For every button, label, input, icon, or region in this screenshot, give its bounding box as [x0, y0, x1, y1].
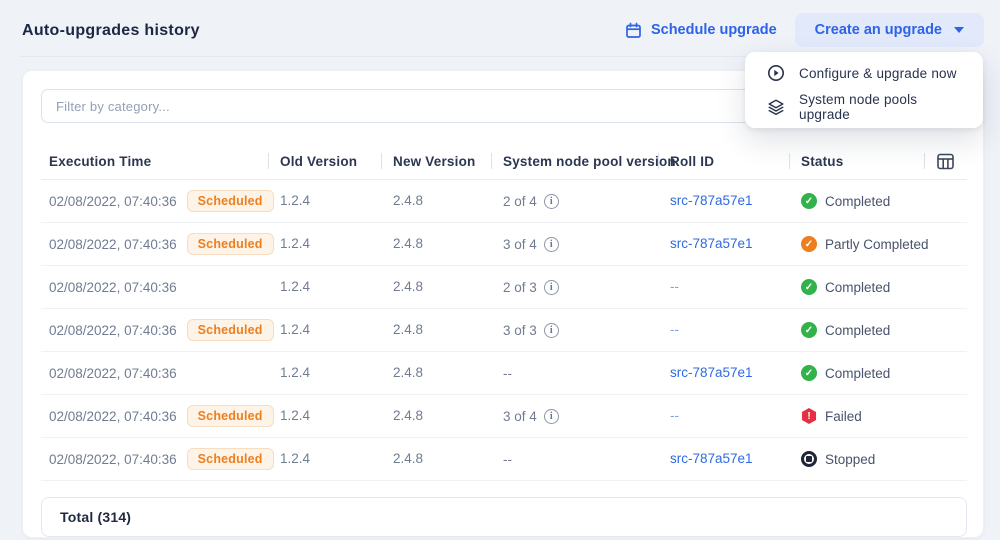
new-version: 2.4.8 [393, 451, 423, 466]
info-icon[interactable]: i [544, 323, 559, 338]
create-upgrade-menu: Configure & upgrade now System node pool… [745, 52, 983, 128]
system-node-pool-version: 3 of 4 [503, 409, 537, 424]
upgrades-table: Execution Time Old Version New Version S… [41, 143, 967, 481]
column-settings-button[interactable] [924, 152, 967, 171]
old-version: 1.2.4 [280, 193, 310, 208]
status-completed-icon: ✓ [801, 193, 817, 209]
scheduled-badge: Scheduled [187, 190, 274, 212]
status-label: Completed [825, 280, 890, 295]
play-circle-icon [767, 64, 785, 82]
execution-time: 02/08/2022, 07:40:36 [49, 194, 177, 209]
old-version: 1.2.4 [280, 408, 310, 423]
menu-item-configure-upgrade-now[interactable]: Configure & upgrade now [745, 56, 983, 90]
table-row: 02/08/2022, 07:40:36 Scheduled 1.2.4 2.4… [41, 438, 967, 481]
table-row: 02/08/2022, 07:40:36 Scheduled 1.2.4 2.4… [41, 180, 967, 223]
new-version: 2.4.8 [393, 279, 423, 294]
system-node-pool-version: -- [503, 366, 512, 381]
execution-time: 02/08/2022, 07:40:36 [49, 409, 177, 424]
status-label: Completed [825, 366, 890, 381]
status-partly-icon: ✓ [801, 236, 817, 252]
status-label: Partly Completed [825, 237, 929, 252]
table-row: 02/08/2022, 07:40:36 1.2.4 2.4.8 -- i sr… [41, 352, 967, 395]
roll-id-link: -- [670, 408, 679, 423]
old-version: 1.2.4 [280, 236, 310, 251]
total-row: Total (314) [41, 497, 967, 537]
auto-upgrades-page: Auto-upgrades history Schedule upgrade C… [0, 0, 1000, 540]
table-row: 02/08/2022, 07:40:36 1.2.4 2.4.8 2 of 3 … [41, 266, 967, 309]
roll-id-link: -- [670, 322, 679, 337]
new-version: 2.4.8 [393, 236, 423, 251]
col-execution-time: Execution Time [41, 154, 268, 169]
execution-time: 02/08/2022, 07:40:36 [49, 323, 177, 338]
old-version: 1.2.4 [280, 451, 310, 466]
table-columns-icon [936, 152, 955, 171]
page-header: Auto-upgrades history Schedule upgrade C… [0, 0, 1000, 56]
old-version: 1.2.4 [280, 322, 310, 337]
layers-icon [767, 98, 785, 116]
new-version: 2.4.8 [393, 408, 423, 423]
scheduled-badge: Scheduled [187, 319, 274, 341]
status-label: Failed [825, 409, 862, 424]
info-icon[interactable]: i [544, 409, 559, 424]
menu-item-system-node-pools-upgrade[interactable]: System node pools upgrade [745, 90, 983, 124]
schedule-upgrade-button[interactable]: Schedule upgrade [625, 22, 777, 39]
roll-id-link[interactable]: src-787a57e1 [670, 193, 753, 208]
roll-id-link[interactable]: src-787a57e1 [670, 451, 753, 466]
old-version: 1.2.4 [280, 279, 310, 294]
page-title: Auto-upgrades history [22, 22, 200, 40]
execution-time: 02/08/2022, 07:40:36 [49, 280, 177, 295]
calendar-icon [625, 22, 642, 39]
info-icon[interactable]: i [544, 280, 559, 295]
table-body: 02/08/2022, 07:40:36 Scheduled 1.2.4 2.4… [41, 180, 967, 481]
status-failed-icon: ! [801, 408, 817, 424]
total-count: Total (314) [60, 509, 131, 525]
status-label: Completed [825, 194, 890, 209]
menu-item-label: System node pools upgrade [799, 92, 961, 122]
status-label: Stopped [825, 452, 875, 467]
scheduled-badge: Scheduled [187, 405, 274, 427]
schedule-upgrade-label: Schedule upgrade [651, 22, 777, 38]
new-version: 2.4.8 [393, 193, 423, 208]
col-old-version: Old Version [268, 154, 381, 169]
menu-item-label: Configure & upgrade now [799, 66, 957, 81]
col-status: Status [789, 154, 924, 169]
status-completed-icon: ✓ [801, 365, 817, 381]
system-node-pool-version: -- [503, 452, 512, 467]
roll-id-link: -- [670, 279, 679, 294]
header-actions: Schedule upgrade Create an upgrade [625, 13, 984, 47]
execution-time: 02/08/2022, 07:40:36 [49, 366, 177, 381]
create-upgrade-button[interactable]: Create an upgrade [795, 13, 984, 47]
col-new-version: New Version [381, 154, 491, 169]
execution-time: 02/08/2022, 07:40:36 [49, 237, 177, 252]
status-stopped-icon [801, 451, 817, 467]
table-row: 02/08/2022, 07:40:36 Scheduled 1.2.4 2.4… [41, 395, 967, 438]
system-node-pool-version: 3 of 4 [503, 237, 537, 252]
table-row: 02/08/2022, 07:40:36 Scheduled 1.2.4 2.4… [41, 309, 967, 352]
history-card: Execution Time Old Version New Version S… [22, 70, 984, 538]
table-row: 02/08/2022, 07:40:36 Scheduled 1.2.4 2.4… [41, 223, 967, 266]
system-node-pool-version: 3 of 3 [503, 323, 537, 338]
status-label: Completed [825, 323, 890, 338]
info-icon[interactable]: i [544, 194, 559, 209]
scheduled-badge: Scheduled [187, 233, 274, 255]
roll-id-link[interactable]: src-787a57e1 [670, 236, 753, 251]
chevron-down-icon [954, 27, 964, 33]
execution-time: 02/08/2022, 07:40:36 [49, 452, 177, 467]
new-version: 2.4.8 [393, 365, 423, 380]
old-version: 1.2.4 [280, 365, 310, 380]
status-completed-icon: ✓ [801, 279, 817, 295]
info-icon[interactable]: i [544, 237, 559, 252]
roll-id-link[interactable]: src-787a57e1 [670, 365, 753, 380]
status-completed-icon: ✓ [801, 322, 817, 338]
scheduled-badge: Scheduled [187, 448, 274, 470]
col-roll-id: Roll ID [658, 154, 789, 169]
new-version: 2.4.8 [393, 322, 423, 337]
col-system-node-pool-version: System node pool version [491, 154, 658, 169]
system-node-pool-version: 2 of 3 [503, 280, 537, 295]
table-header-row: Execution Time Old Version New Version S… [41, 143, 967, 180]
system-node-pool-version: 2 of 4 [503, 194, 537, 209]
create-upgrade-label: Create an upgrade [815, 22, 942, 38]
